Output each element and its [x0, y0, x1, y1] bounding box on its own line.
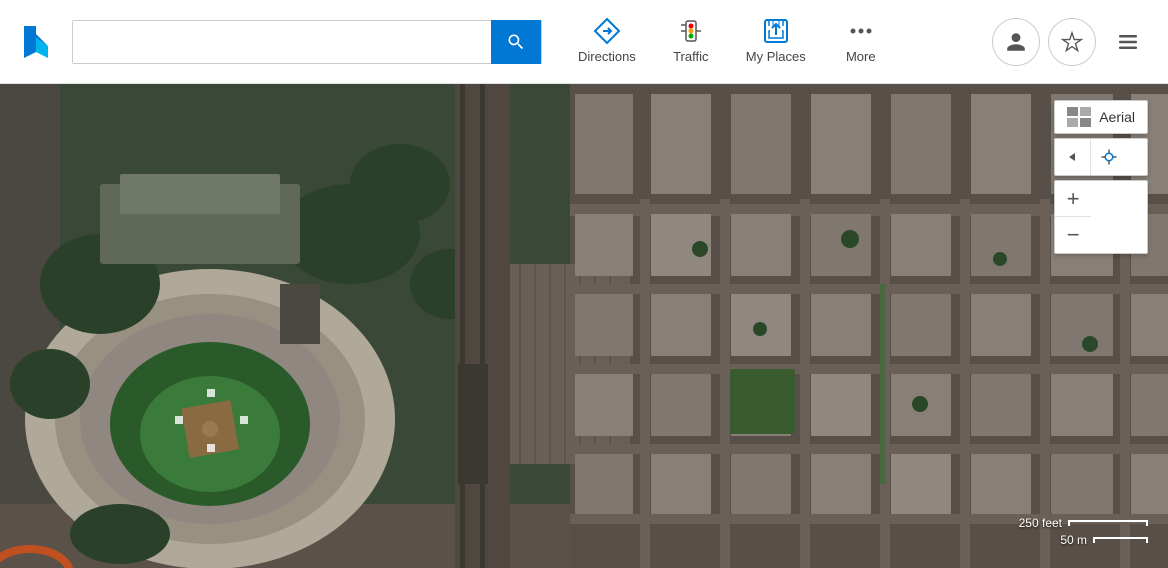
nav-item-directions[interactable]: Directions — [562, 7, 652, 77]
user-button[interactable] — [992, 18, 1040, 66]
search-button[interactable] — [491, 20, 541, 64]
map-background — [0, 84, 1168, 568]
header: Directions Traffic — [0, 0, 1168, 84]
aerial-button[interactable]: Aerial — [1054, 100, 1148, 134]
zoom-out-button[interactable]: − — [1055, 217, 1091, 253]
myplaces-label: My Places — [746, 49, 806, 64]
directions-icon — [593, 17, 621, 45]
nav-item-traffic[interactable]: Traffic — [656, 7, 726, 77]
traffic-icon — [677, 17, 705, 45]
directions-label: Directions — [578, 49, 636, 64]
map-controls: Aerial + − — [1054, 100, 1148, 254]
nav-item-more[interactable]: More — [826, 7, 896, 77]
traffic-label: Traffic — [673, 49, 708, 64]
myplaces-icon — [762, 17, 790, 45]
menu-button[interactable] — [1104, 18, 1152, 66]
feet-scale-line — [1068, 520, 1148, 526]
map-container[interactable]: Aerial + − — [0, 84, 1168, 568]
meters-scale-label: 50 m — [1060, 533, 1087, 547]
meters-scale-line — [1093, 537, 1148, 543]
crosshair-icon — [1100, 148, 1118, 166]
compass-row — [1054, 138, 1148, 176]
hamburger-icon — [1116, 30, 1140, 54]
left-arrow-icon — [1065, 149, 1081, 165]
scale-bar: 250 feet 50 m — [1019, 516, 1148, 550]
locate-button[interactable] — [1091, 139, 1127, 175]
zoom-controls: + − — [1054, 180, 1148, 254]
feet-scale-row: 250 feet — [1019, 516, 1148, 530]
feet-scale-label: 250 feet — [1019, 516, 1062, 530]
search-container — [72, 20, 542, 64]
nav-items: Directions Traffic — [562, 7, 896, 77]
aerial-icon — [1067, 107, 1091, 127]
aerial-label: Aerial — [1099, 109, 1135, 125]
meters-scale-row: 50 m — [1060, 533, 1148, 547]
rewards-button[interactable] — [1048, 18, 1096, 66]
rewards-icon — [1061, 31, 1083, 53]
bing-logo[interactable] — [16, 20, 60, 64]
more-dots-icon — [847, 17, 875, 45]
right-actions — [992, 18, 1152, 66]
user-icon — [1005, 31, 1027, 53]
more-label: More — [846, 49, 876, 64]
zoom-in-button[interactable]: + — [1055, 181, 1091, 217]
rotate-left-button[interactable] — [1055, 139, 1091, 175]
nav-item-myplaces[interactable]: My Places — [730, 7, 822, 77]
search-input[interactable] — [73, 21, 491, 63]
